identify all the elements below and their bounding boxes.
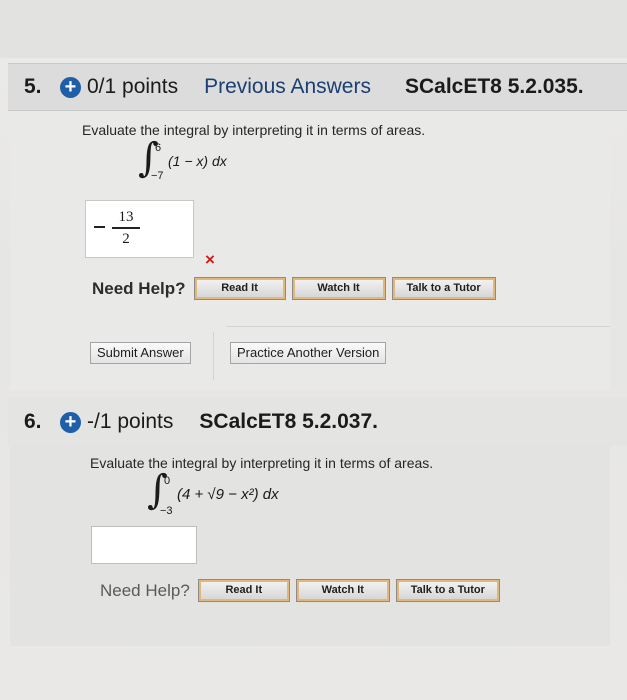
submit-answer-button[interactable]: Submit Answer <box>90 342 191 364</box>
need-help-row: Need Help? Read It Watch It Talk to a Tu… <box>92 277 503 300</box>
question-5-header: 5. + 0/1 points Previous Answers SCalcET… <box>8 63 627 111</box>
watch-it-button[interactable]: Watch It <box>291 277 386 300</box>
talk-to-tutor-button[interactable]: Talk to a Tutor <box>395 579 500 602</box>
need-help-label: Need Help? <box>92 278 186 298</box>
question-6-body: Evaluate the integral by interpreting it… <box>10 446 610 646</box>
integrand: (4 + √9 − x²) dx <box>177 486 279 503</box>
x-mark-icon: × <box>205 250 215 269</box>
divider <box>226 326 610 327</box>
question-prompt: Evaluate the integral by interpreting it… <box>82 122 426 138</box>
integral-expression: ∫ 6 −7 (1 − x) dx <box>138 138 278 192</box>
answer-field[interactable] <box>91 526 197 564</box>
lower-limit: −7 <box>151 170 164 182</box>
lower-limit: −3 <box>160 505 173 517</box>
need-help-label: Need Help? <box>100 580 190 600</box>
practice-another-version-button[interactable]: Practice Another Version <box>230 342 387 364</box>
integrand: (1 − x) dx <box>168 153 227 169</box>
previous-answers-link[interactable]: Previous Answers <box>204 75 371 99</box>
answer-fraction: 13 2 <box>86 201 193 257</box>
problem-code: SCalcET8 5.2.037. <box>199 410 379 433</box>
fraction-bar <box>112 227 140 229</box>
read-it-button[interactable]: Read It <box>193 277 286 300</box>
question-prompt: Evaluate the integral by interpreting it… <box>90 455 434 471</box>
read-it-button[interactable]: Read It <box>197 579 290 602</box>
page-top-area <box>0 0 627 58</box>
problem-code: SCalcET8 5.2.035. <box>404 75 584 98</box>
answer-denominator: 2 <box>122 231 130 247</box>
watch-it-button[interactable]: Watch It <box>295 579 390 602</box>
answer-field[interactable]: 13 2 <box>85 200 194 258</box>
answer-numerator: 13 <box>118 209 134 225</box>
question-number: 6. <box>24 410 42 433</box>
integral-expression: ∫ 0 −3 (4 + √9 − x²) dx <box>147 470 347 522</box>
plus-circle-icon[interactable]: + <box>60 411 81 433</box>
upper-limit: 0 <box>164 475 171 487</box>
points-label: 0/1 points <box>87 75 179 98</box>
points-label: -/1 points <box>87 410 174 433</box>
plus-circle-icon[interactable]: + <box>60 76 81 98</box>
question-5-body: Evaluate the integral by interpreting it… <box>10 112 610 390</box>
answer-sign <box>94 226 105 228</box>
question-number: 5. <box>24 75 42 98</box>
need-help-row: Need Help? Read It Watch It Talk to a Tu… <box>100 579 507 602</box>
talk-to-tutor-button[interactable]: Talk to a Tutor <box>391 277 496 300</box>
question-6-header: 6. + -/1 points SCalcET8 5.2.037. <box>8 398 627 446</box>
upper-limit: 6 <box>155 142 162 154</box>
divider <box>213 332 214 380</box>
